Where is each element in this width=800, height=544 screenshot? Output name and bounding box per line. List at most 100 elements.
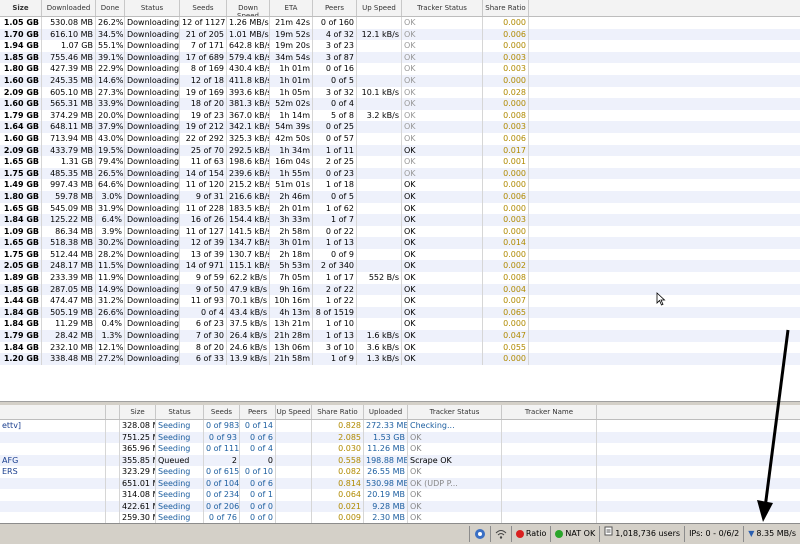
table-row[interactable]: 259.30 MBSeeding0 of 760 of 0 0.0092.30 M… [0, 512, 800, 523]
column-header-file[interactable] [106, 405, 120, 419]
column-header-down-speed[interactable]: Down Speed [227, 0, 270, 16]
cell-tracker-status: OK [402, 98, 483, 110]
cell-status: Downloading [127, 225, 180, 238]
table-row[interactable]: 1.80 GB 59.78 MB 3.0% Downloading 9 of 31 216… [0, 190, 800, 203]
column-header-up-speed[interactable]: Up Speed [357, 0, 402, 16]
table-row[interactable]: 1.60 GB 713.94 MB 43.0% Downloading 22 of 29… [0, 132, 800, 145]
cell-tracker-status: OK [402, 179, 483, 191]
table-row[interactable]: 1.84 GB 232.10 MB 12.1% Downloading 8 of 20 2… [0, 341, 800, 354]
table-row[interactable]: 1.65 GB 518.38 MB 30.2% Downloading 12 of 39… [0, 237, 800, 249]
table-row[interactable]: 1.89 GB 233.39 MB 11.9% Downloading 9 of 59 6… [0, 272, 800, 284]
cell-eta: 7h 05m [270, 272, 313, 284]
table-row[interactable]: 1.09 GB 86.34 MB 3.9% Downloading 11 of 127 1… [0, 225, 800, 238]
table-row[interactable]: 1.94 GB 1.07 GB 55.1% Downloading 7 of 171 64… [0, 40, 800, 52]
cell-tracker-status: OK [402, 214, 483, 226]
table-row[interactable]: 1.84 GB 505.19 MB 26.6% Downloading 0 of 4 43… [0, 306, 800, 319]
table-row[interactable]: AFG 355.85 MBQueued20 0.558198.88 MBScrape… [0, 454, 800, 466]
table-row[interactable]: ettv] 328.08 MBSeeding0 of 9830 of 14 0.82… [0, 420, 800, 432]
cell-size: 259.30 MB [120, 512, 156, 523]
table-row[interactable]: 751.25 MBSeeding0 of 930 of 6 2.0851.53 G… [0, 431, 800, 443]
column-header-size[interactable]: Size [120, 405, 156, 419]
cell-share-ratio: 0.003 [483, 63, 529, 75]
table-row[interactable]: 1.20 GB 338.48 MB 27.2% Downloading 6 of 33 1… [0, 353, 800, 365]
table-row[interactable]: 1.05 GB 530.08 MB 26.2% Downloading 12 of 11… [0, 17, 800, 29]
cell-size: 1.05 GB [0, 17, 42, 29]
table-row[interactable]: 365.96 MBSeeding0 of 1110 of 4 0.03011.26… [0, 443, 800, 455]
download-speed-indicator[interactable]: ▼ 8.35 MB/s [743, 526, 800, 542]
table-row[interactable]: 1.64 GB 648.11 MB 37.9% Downloading 19 of 21… [0, 121, 800, 133]
column-header-uploaded[interactable]: Uploaded [364, 405, 408, 419]
table-row[interactable]: 1.70 GB 616.10 MB 34.5% Downloading 21 of 20… [0, 28, 800, 41]
table-row[interactable]: 1.84 GB 11.29 MB 0.4% Downloading 6 of 23 37.… [0, 318, 800, 331]
cell-size: 1.49 GB [0, 179, 42, 191]
column-header-share-ratio[interactable]: Share Ratio [312, 405, 364, 419]
column-header-status[interactable]: Status [125, 0, 180, 16]
table-row[interactable]: 1.49 GB 997.43 MB 64.6% Downloading 11 of 12… [0, 179, 800, 191]
cell-uploaded: 1.53 GB [364, 431, 408, 443]
table-row[interactable]: 1.44 GB 474.47 MB 31.2% Downloading 11 of 93… [0, 295, 800, 307]
table-row[interactable]: 1.65 GB 545.09 MB 31.9% Downloading 11 of 22… [0, 202, 800, 215]
cell-tracker-name [502, 431, 597, 443]
table-row[interactable]: 1.60 GB 565.31 MB 33.9% Downloading 18 of 20… [0, 98, 800, 110]
column-header-eta[interactable]: ETA [270, 0, 313, 16]
ips-indicator[interactable]: IPs: 0 - 0/6/2 [684, 526, 743, 542]
cell-peers: 4 of 32 [313, 28, 357, 41]
nat-indicator[interactable]: NAT OK [550, 526, 599, 542]
table-row[interactable]: 651.01 MBSeeding0 of 1040 of 6 0.814530.9… [0, 477, 800, 489]
users-indicator[interactable]: 1,018,736 users [599, 526, 684, 542]
cell-eta: 3h 01m [270, 237, 313, 249]
ratio-indicator[interactable]: Ratio [510, 526, 551, 542]
cell-peers: 0 of 23 [313, 167, 357, 180]
table-row[interactable]: 314.08 MBSeeding0 of 2340 of 1 0.06420.19… [0, 489, 800, 501]
cell-filler [529, 260, 800, 272]
cell-peers: 1 of 18 [313, 179, 357, 191]
cell-peers: 1 of 13 [313, 330, 357, 342]
column-header-tracker-status[interactable]: Tracker Status [408, 405, 502, 419]
cell-tracker-status: OK [402, 283, 483, 296]
table-row[interactable]: 422.61 MBSeeding0 of 2060 of 0 0.0219.28 … [0, 500, 800, 512]
table-row[interactable]: 1.75 GB 485.35 MB 26.5% Downloading 14 of 15… [0, 167, 800, 180]
table-row[interactable]: 1.85 GB 287.05 MB 14.9% Downloading 9 of 50 4… [0, 283, 800, 296]
cell-tracker-status: OK [408, 512, 502, 523]
column-header-up-speed[interactable]: Up Speed [276, 405, 312, 419]
column-header-share-ratio[interactable]: Share Ratio [483, 0, 529, 16]
cell-seeds: 12 of 18 [180, 74, 227, 87]
table-row[interactable]: 1.75 GB 512.44 MB 28.2% Downloading 13 of 39… [0, 248, 800, 261]
cell-down-speed: 342.1 kB/s [229, 121, 270, 133]
table-row[interactable]: 1.79 GB 374.29 MB 20.0% Downloading 19 of 23… [0, 109, 800, 122]
column-header-peers[interactable]: Peers [313, 0, 357, 16]
table-row[interactable]: 1.85 GB 755.46 MB 39.1% Downloading 17 of 68… [0, 51, 800, 64]
cell-share-ratio: 0.006 [483, 132, 529, 145]
column-header-status[interactable]: Status [156, 405, 204, 419]
column-header-seeds[interactable]: Seeds [204, 405, 240, 419]
users-count: 1,018,736 users [615, 529, 681, 538]
wifi-icon[interactable] [489, 526, 511, 542]
table-row[interactable]: 2.05 GB 248.17 MB 11.5% Downloading 14 of 97… [0, 260, 800, 273]
column-header-tracker-name[interactable]: Tracker Name [502, 405, 597, 419]
column-header-tracker-status[interactable]: Tracker Status [402, 0, 483, 16]
table-row[interactable]: 1.79 GB 28.42 MB 1.3% Downloading 7 of 30 26.… [0, 330, 800, 342]
cell-down-speed: 216.6 kB/s [229, 190, 270, 203]
table-row[interactable]: 1.84 GB 125.22 MB 6.4% Downloading 16 of 26 1… [0, 214, 800, 226]
table-row[interactable]: 1.60 GB 245.35 MB 14.6% Downloading 12 of 18… [0, 74, 800, 87]
column-header-size[interactable]: Size [0, 0, 42, 16]
table-row[interactable]: 1.65 GB 1.31 GB 79.4% Downloading 11 of 63 19… [0, 156, 800, 168]
cell-up-speed [357, 306, 402, 319]
network-icon[interactable] [468, 526, 490, 542]
column-header-peers[interactable]: Peers [240, 405, 276, 419]
cell-share-ratio: 0.009 [312, 512, 364, 523]
cell-filler [529, 214, 800, 226]
column-header-done[interactable]: Done [96, 0, 125, 16]
cell-up-speed [276, 489, 312, 501]
table-row[interactable]: ERS 323.29 MBSeeding0 of 6150 of 10 0.0822… [0, 466, 800, 478]
table-row[interactable]: 2.09 GB 433.79 MB 19.5% Downloading 25 of 70… [0, 144, 800, 157]
column-header-seeds[interactable]: Seeds [180, 0, 227, 16]
column-header-name[interactable] [0, 405, 106, 419]
table-row[interactable]: 1.80 GB 427.39 MB 22.9% Downloading 8 of 169… [0, 63, 800, 75]
cell-peers: 1 of 11 [313, 144, 357, 157]
cell-share-ratio: 0.064 [312, 489, 364, 501]
cell-status: Downloading [127, 190, 180, 203]
column-header-downloaded[interactable]: Downloaded [42, 0, 96, 16]
table-row[interactable]: 2.09 GB 605.10 MB 27.3% Downloading 19 of 16… [0, 86, 800, 99]
cell-eta: 9h 16m [270, 283, 313, 296]
